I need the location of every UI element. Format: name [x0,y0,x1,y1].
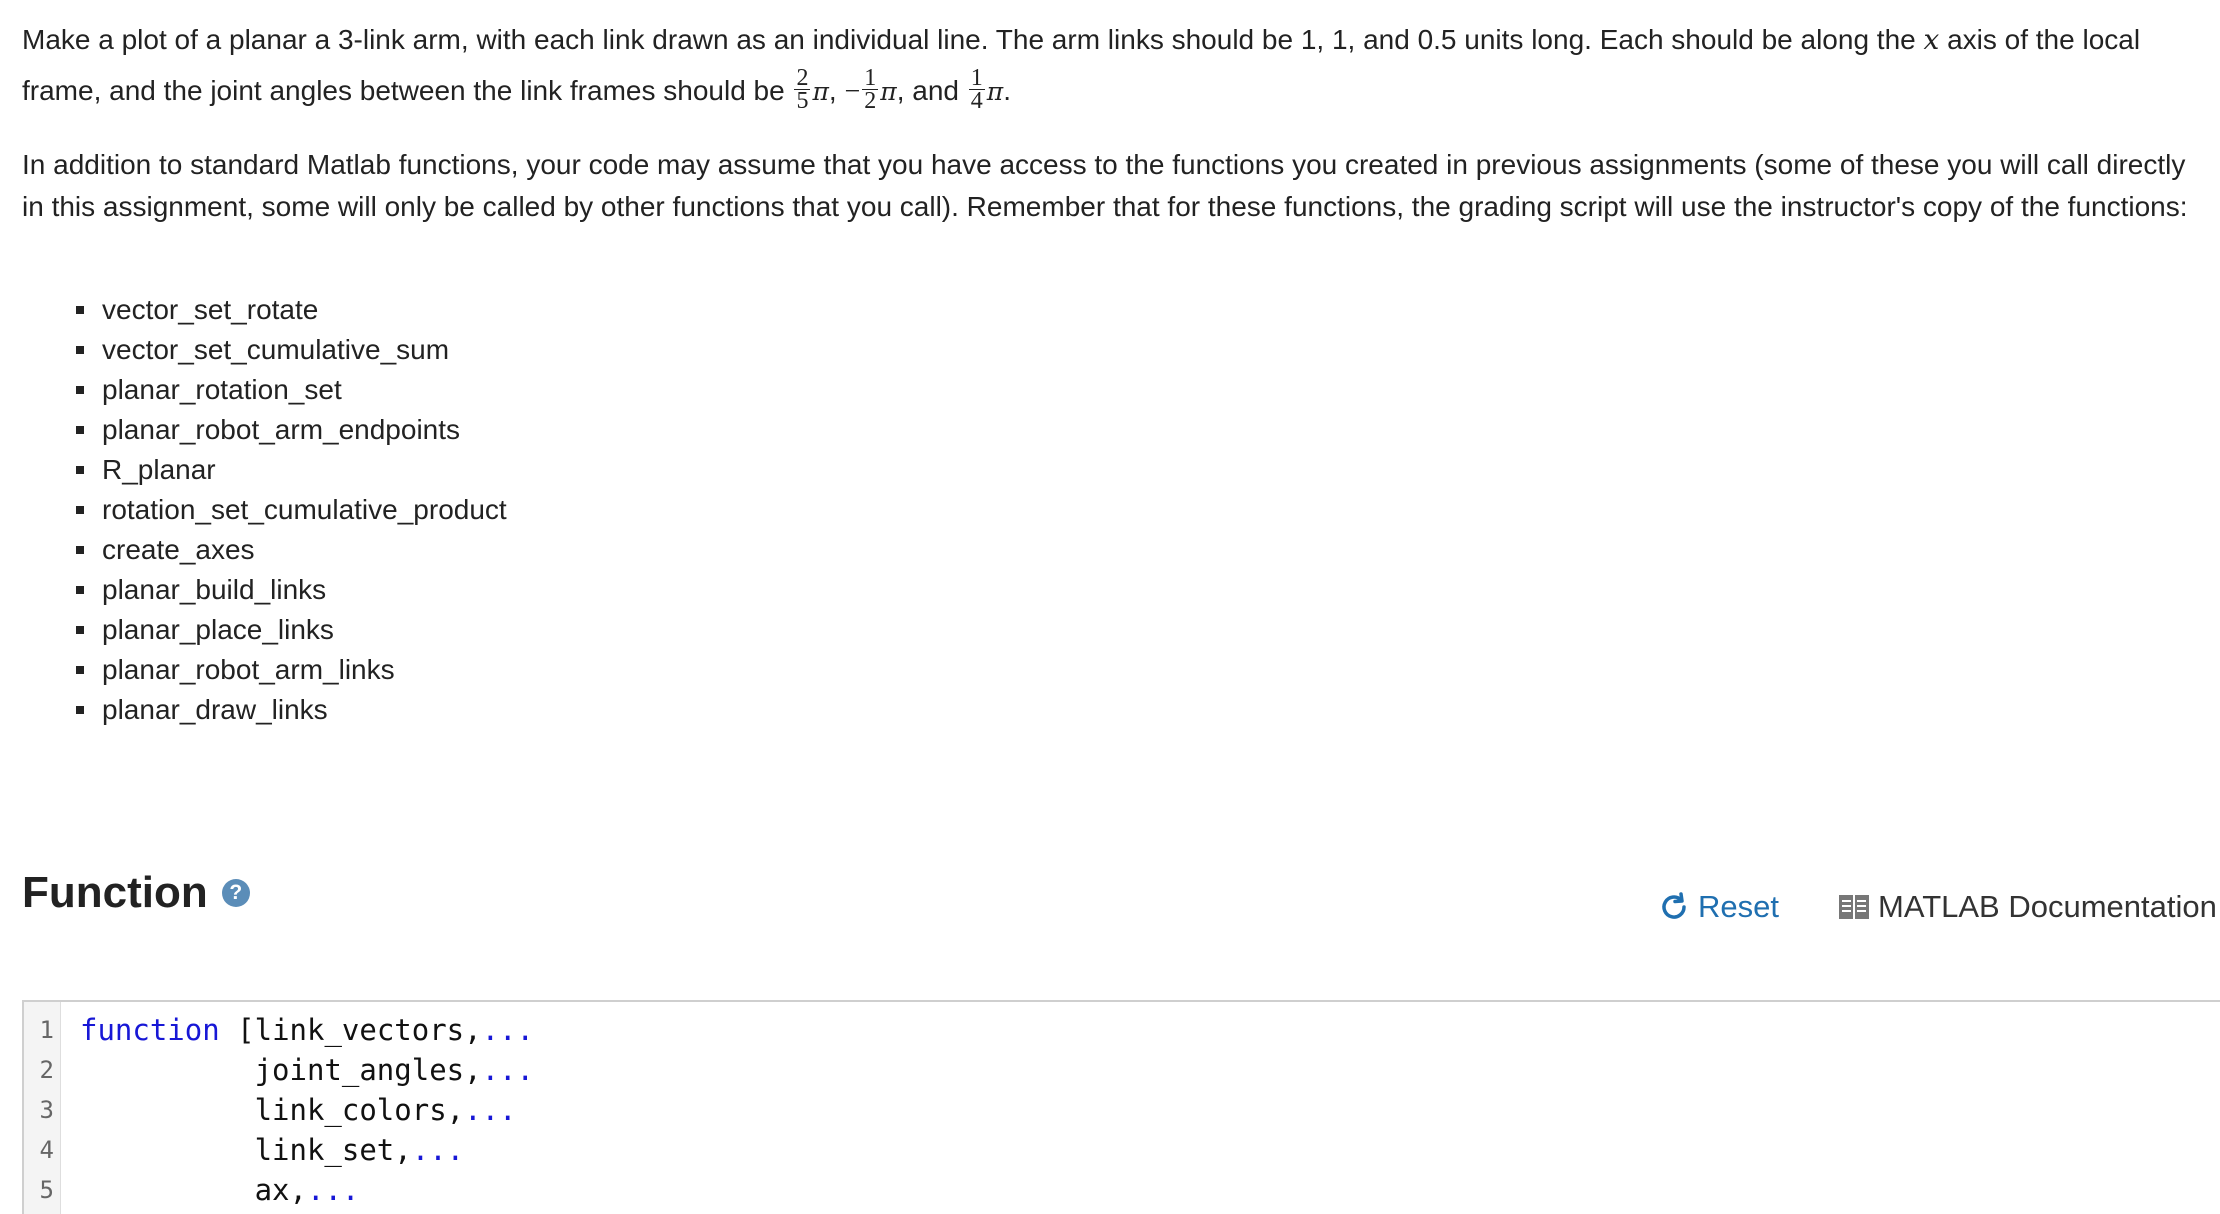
fraction-1-2: 12 [862,65,879,115]
pi-symbol: π [880,77,897,106]
code-text: function [link_vectors,... [80,1010,534,1050]
bullet-icon [76,546,84,554]
matlab-documentation-link[interactable]: MATLAB Documentation [1838,889,2217,925]
function-name: planar_draw_links [102,694,328,725]
bullet-icon [76,706,84,714]
function-list-item: planar_draw_links [76,690,507,730]
function-list-item: vector_set_cumulative_sum [76,330,507,370]
function-name: planar_robot_arm_links [102,654,395,685]
function-list-item: planar_robot_arm_links [76,650,507,690]
code-text: joint_angles,... [80,1050,534,1090]
continuation-ellipsis: ... [411,1133,465,1167]
code-token: ax, [80,1173,307,1207]
code-token: joint_angles, [80,1053,482,1087]
frac-den: 5 [796,88,809,115]
line-number: 4 [39,1136,54,1164]
code-text: ax,... [80,1170,360,1210]
function-name: planar_robot_arm_endpoints [102,414,461,445]
function-list-item: R_planar [76,450,507,490]
code-line[interactable]: 1 function [link_vectors,... [24,1010,2220,1050]
continuation-ellipsis: ... [306,1173,360,1207]
code-token: link_colors, [80,1093,465,1127]
function-list-item: vector_set_rotate [76,290,507,330]
minus-sign: − [844,76,861,107]
function-name: planar_rotation_set [102,374,342,405]
code-token: [link_vectors, [219,1013,482,1047]
continuation-ellipsis: ... [481,1053,534,1087]
bullet-icon [76,466,84,474]
separator-and: , and [896,75,959,106]
bullet-icon [76,346,84,354]
pi-symbol: π [986,77,1004,106]
book-icon [1839,895,1869,919]
bullet-icon [76,626,84,634]
function-name: rotation_set_cumulative_product [102,494,507,525]
function-list-item: create_axes [76,530,507,570]
frac-den: 2 [864,88,877,115]
period: . [1003,75,1011,106]
p1-text-a: Make a plot of a planar a 3-link arm, wi… [22,24,1924,55]
code-line[interactable]: 4 link_set,... [24,1130,2220,1170]
pi-symbol: π [812,77,829,106]
math-x: x [1923,23,1940,56]
function-list-item: planar_build_links [76,570,507,610]
reset-label: Reset [1698,889,1779,924]
docs-label: MATLAB Documentation [1878,889,2217,924]
line-number: 2 [39,1056,54,1084]
code-editor[interactable]: 1 function [link_vectors,... 2 joint_angle… [22,1000,2220,1214]
bullet-icon [76,666,84,674]
refresh-icon [1662,892,1686,919]
bullet-icon [76,426,84,434]
question-icon[interactable]: ? [221,879,250,907]
separator: , [828,75,837,106]
frac-num: 1 [862,65,879,92]
bullet-icon [76,386,84,394]
bullet-icon [76,506,84,514]
line-number: 1 [39,1016,54,1044]
code-token: link_set, [80,1133,412,1167]
keyword: function [80,1013,220,1047]
code-line[interactable]: 3 link_colors,... [24,1090,2220,1130]
function-name: create_axes [102,534,255,565]
function-list-item: planar_place_links [76,610,507,650]
problem-paragraph-1: Make a plot of a planar a 3-link arm, wi… [22,14,2198,117]
bullet-icon [76,306,84,314]
line-number: 5 [39,1176,54,1204]
function-name: vector_set_cumulative_sum [102,334,450,365]
problem-paragraph-2: In addition to standard Matlab functions… [22,149,2188,222]
reset-button[interactable]: Reset [1658,889,1779,925]
code-line[interactable]: 2 joint_angles,... [24,1050,2220,1090]
function-list-item: rotation_set_cumulative_product [76,490,507,530]
function-name: R_planar [102,454,216,485]
frac-num: 1 [968,65,985,92]
frac-den: 4 [970,88,983,115]
code-line[interactable]: 5 ax,... [24,1170,2220,1210]
function-list-item: planar_robot_arm_endpoints [76,410,507,450]
function-section-heading: Function ? [22,868,250,918]
function-name: planar_place_links [102,614,334,645]
code-text: link_colors,... [80,1090,517,1130]
function-list-item: planar_rotation_set [76,370,507,410]
function-list: vector_set_rotate vector_set_cumulative_s… [76,290,507,730]
line-number: 3 [39,1096,54,1124]
function-name: planar_build_links [102,574,327,605]
bullet-icon [76,586,84,594]
code-text: link_set,... [80,1130,465,1170]
section-title: Function [22,868,208,917]
frac-num: 2 [794,65,811,92]
function-name: vector_set_rotate [102,294,319,325]
fraction-1-4: 14 [968,65,985,115]
continuation-ellipsis: ... [464,1093,517,1127]
fraction-2-5: 25 [794,65,811,115]
continuation-ellipsis: ... [481,1013,534,1047]
